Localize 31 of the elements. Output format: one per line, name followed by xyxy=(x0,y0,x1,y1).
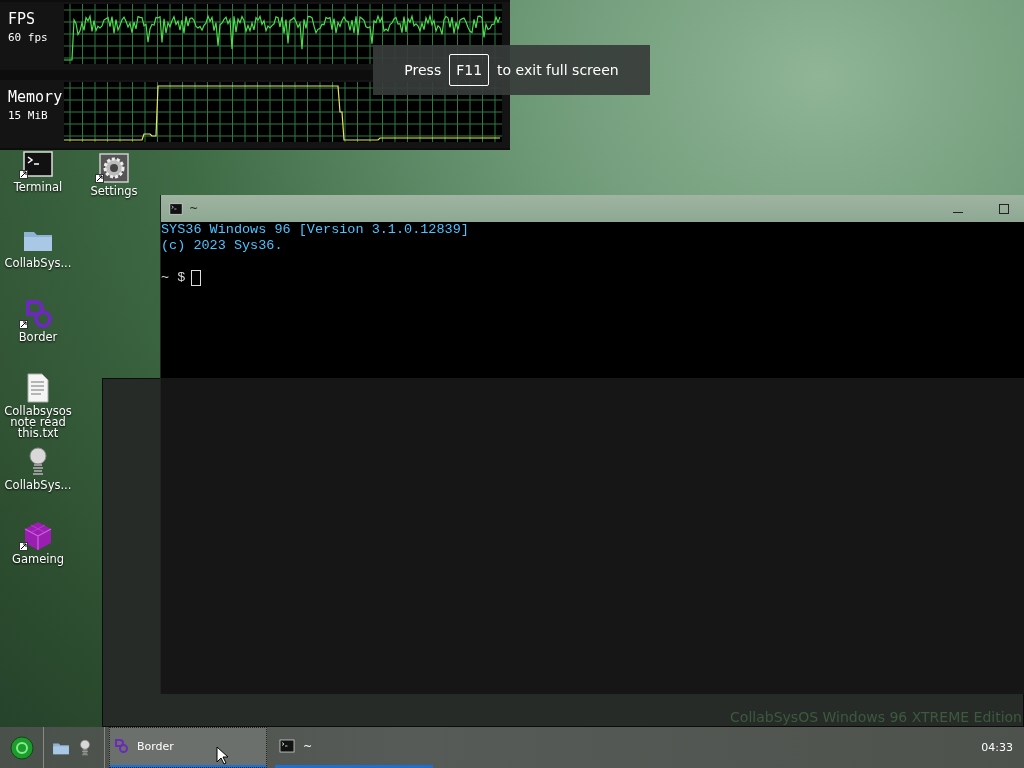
terminal-line: (c) 2023 Sys36. xyxy=(161,238,283,254)
start-orb-icon xyxy=(9,735,34,760)
prompt-text: ~ $ xyxy=(161,270,186,286)
window-title: ~ xyxy=(189,202,199,215)
border-app-icon xyxy=(113,738,129,754)
mouse-cursor-icon xyxy=(216,746,228,765)
terminal-line: SYS36 Windows 96 [Version 3.1.0.12839] xyxy=(161,222,469,238)
desktop-icon[interactable]: CollabSys... xyxy=(6,446,70,491)
hint-text: Press xyxy=(404,62,442,78)
terminal-icon xyxy=(169,201,183,216)
clock: 04:33 xyxy=(981,741,1013,754)
desktop-icon[interactable]: Settings xyxy=(82,152,146,197)
desktop-icon[interactable]: Collabsysos note read this.txt xyxy=(6,372,70,439)
taskbar-button[interactable]: Border xyxy=(109,727,267,768)
desktop-icon[interactable]: Border xyxy=(6,298,70,343)
monitor-reading: 60 fps xyxy=(8,31,49,44)
key-label: F11 xyxy=(449,54,490,86)
terminal-icon xyxy=(279,738,295,754)
desktop-icon[interactable]: Terminal xyxy=(6,148,70,193)
hint-text: to exit full screen xyxy=(497,62,619,78)
text-cursor xyxy=(191,270,202,286)
desktop-icon[interactable]: CollabSys... xyxy=(6,224,70,269)
taskbar-button[interactable]: ~ xyxy=(275,727,433,768)
monitor-label: Memory xyxy=(8,88,64,106)
monitor-label: FPS xyxy=(8,10,37,28)
maximize-icon xyxy=(999,203,1009,214)
cube-icon xyxy=(22,520,54,552)
minimize-icon xyxy=(953,212,963,213)
monitor-reading: 15 MiB xyxy=(8,109,49,122)
desktop-icon[interactable]: Gameing xyxy=(6,520,70,565)
gear-icon xyxy=(98,152,130,184)
